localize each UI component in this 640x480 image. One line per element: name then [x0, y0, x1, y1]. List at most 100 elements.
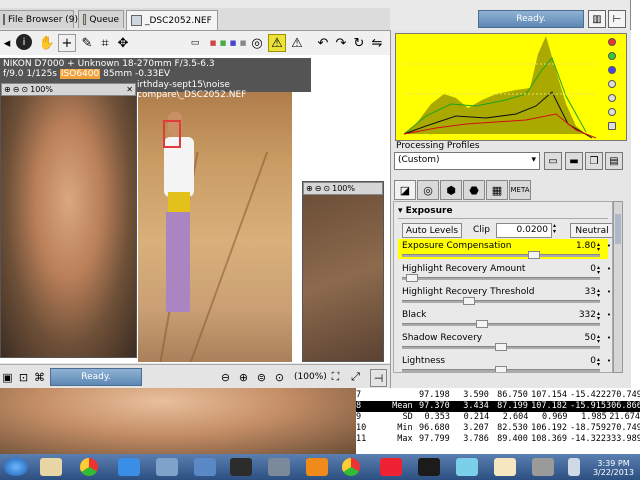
zoom-in-icon[interactable]: ⊕ — [306, 184, 313, 193]
slider-value[interactable]: 0 — [590, 356, 596, 366]
info-icon[interactable]: i — [16, 34, 32, 50]
table-row[interactable]: 7 97.198 3.590 86.750 107.154 -15.422 270.749 — [356, 390, 640, 401]
tab-image[interactable]: _DSC2052.NEF — [126, 10, 218, 30]
value-spinner[interactable]: ▴ ▾ — [597, 265, 603, 276]
reset-icon[interactable]: • — [607, 288, 611, 296]
tab-queue[interactable]: Queue — [78, 10, 124, 28]
auto-levels-button[interactable]: Auto Levels — [402, 223, 462, 238]
slider-thumb[interactable] — [406, 274, 418, 282]
ie-icon[interactable] — [118, 458, 140, 476]
crosshair-icon[interactable]: + — [58, 34, 76, 52]
app-icon[interactable] — [380, 458, 402, 476]
value-spinner[interactable]: ▴ ▾ — [597, 242, 603, 253]
neutral-button[interactable]: Neutral — [570, 223, 612, 238]
value-spinner[interactable]: ▴ ▾ — [597, 288, 603, 299]
slider-thumb[interactable] — [495, 343, 507, 351]
app-icon[interactable] — [156, 458, 178, 476]
slider-thumb[interactable] — [495, 366, 507, 372]
scrollbar-thumb[interactable] — [615, 214, 621, 244]
spreadsheet[interactable]: 7 97.198 3.590 86.750 107.154 -15.422 270.749 8… — [356, 388, 640, 454]
zoom-fit-icon[interactable]: ⊙ — [323, 184, 330, 193]
copy-profile-icon[interactable]: ❐ — [585, 152, 603, 170]
bar-toggle[interactable] — [608, 122, 616, 130]
tab-file-browser[interactable]: File Browser (9) — [0, 10, 78, 28]
zoom-out-icon[interactable]: ⊖ — [315, 184, 322, 193]
tab-exposure[interactable]: ◪ — [394, 180, 416, 200]
reset-icon[interactable]: • — [607, 311, 611, 319]
table-row[interactable]: 10 Min 96.680 3.207 82.530 106.192 -18.759 270.… — [356, 423, 640, 434]
app-icon[interactable] — [456, 458, 478, 476]
highlight-warning-icon[interactable]: ⚠ — [268, 34, 286, 52]
clip-spinner[interactable]: ▴ ▾ — [553, 223, 556, 235]
save-profile-icon[interactable]: ▬ — [565, 152, 583, 170]
shadow-warning-icon[interactable]: ⚠ — [288, 34, 306, 52]
raw-toggle[interactable] — [608, 108, 616, 116]
zoom-in-icon[interactable]: ⊕ — [236, 369, 251, 385]
tab-detail[interactable]: ◎ — [417, 180, 439, 200]
undo-icon[interactable]: ↶ — [314, 34, 332, 52]
table-row[interactable]: 9 SD 0.353 0.214 2.604 0.969 1.985 21.674 — [356, 412, 640, 423]
app-icon[interactable] — [268, 458, 290, 476]
tab-metadata[interactable]: META — [509, 180, 531, 200]
reset-icon[interactable]: • — [607, 265, 611, 273]
clock[interactable]: 3:39 PM 3/22/2013 — [593, 459, 634, 477]
profile-select[interactable]: (Custom) ▾ — [394, 152, 540, 170]
slider-value[interactable]: 33 — [585, 287, 596, 297]
tray-icon[interactable] — [568, 458, 580, 476]
value-spinner[interactable]: ▴ ▾ — [597, 357, 603, 368]
red-channel-toggle[interactable] — [608, 38, 616, 46]
tab-transform[interactable]: ⬣ — [463, 180, 485, 200]
zoom-fit-icon[interactable]: ⊙ — [21, 85, 28, 94]
chroma-toggle[interactable] — [608, 94, 616, 102]
tab-raw[interactable]: ▦ — [486, 180, 508, 200]
slider-value[interactable]: 0 — [590, 264, 596, 274]
detail-1-crop[interactable] — [1, 96, 136, 357]
hand-tool-icon[interactable]: ✋ — [38, 34, 56, 52]
queue-add-icon[interactable]: ⊡ — [16, 369, 31, 385]
main-photo[interactable] — [138, 92, 292, 362]
chrome-icon[interactable] — [342, 458, 360, 476]
vlc-icon[interactable] — [306, 458, 328, 476]
detail-window-2[interactable]: ⊕ ⊖ ⊙ 100% — [302, 181, 384, 362]
panel-toggle-icon[interactable]: ⊢ — [608, 10, 626, 28]
clip-input[interactable]: 0.0200 — [496, 223, 552, 238]
slider-thumb[interactable] — [463, 297, 475, 305]
load-profile-icon[interactable]: ▭ — [544, 152, 562, 170]
zoom-100-icon[interactable]: ⊙ — [272, 369, 287, 385]
color-picker-icon[interactable]: ✎ — [78, 34, 96, 52]
focus-mask-icon[interactable]: ◎ — [248, 34, 266, 52]
slider-track[interactable] — [402, 320, 600, 328]
slider-track[interactable] — [402, 343, 600, 351]
green-channel-toggle[interactable] — [608, 52, 616, 60]
preview-bar-icon[interactable]: ▭ — [186, 34, 204, 52]
reset-icon[interactable]: • — [607, 242, 611, 250]
luminance-toggle[interactable] — [608, 80, 616, 88]
toggle-panel-icon[interactable]: ⊣ — [370, 369, 387, 387]
table-row[interactable]: 8 Mean 97.370 3.434 87.199 107.182 -15.915 306.… — [356, 401, 640, 412]
exposure-header[interactable]: ▾ Exposure — [398, 206, 453, 216]
zoom-in-icon[interactable]: ⊕ — [4, 85, 11, 94]
slider-thumb[interactable] — [476, 320, 488, 328]
explorer-icon[interactable] — [40, 458, 62, 476]
zoom-fit-icon[interactable]: ⊜ — [254, 369, 269, 385]
app-icon[interactable] — [194, 458, 216, 476]
flip-icon[interactable]: ⇋ — [368, 34, 386, 52]
value-spinner[interactable]: ▴ ▾ — [597, 334, 603, 345]
detail-window-icon[interactable]: ⛶ — [328, 369, 343, 385]
rotate-icon[interactable]: ↻ — [350, 34, 368, 52]
zoom-out-icon[interactable]: ⊖ — [13, 85, 20, 94]
prev-icon[interactable]: ◂ — [0, 34, 16, 52]
chrome-icon[interactable] — [80, 458, 98, 476]
detail-2-crop[interactable] — [303, 195, 383, 361]
scrollbar[interactable] — [613, 201, 623, 373]
histogram-toggle-icon[interactable]: ▥ — [588, 10, 606, 28]
detail-window-1[interactable]: ⊕ ⊖ ⊙ 100% ✕ — [0, 82, 137, 358]
slider-track[interactable] — [402, 297, 600, 305]
slider-track[interactable] — [402, 251, 600, 259]
crop-icon[interactable]: ⌗ — [96, 34, 114, 52]
start-icon[interactable] — [4, 458, 28, 476]
blue-channel-toggle[interactable] — [608, 66, 616, 74]
paste-profile-icon[interactable]: ▤ — [605, 152, 623, 170]
save-icon[interactable]: ▣ — [0, 369, 15, 385]
tab-color[interactable]: ⬢ — [440, 180, 462, 200]
